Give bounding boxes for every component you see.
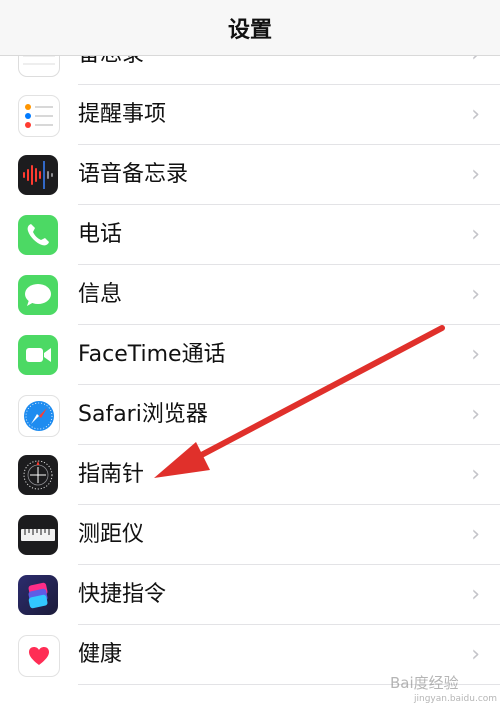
settings-row-measure[interactable]: 测距仪 › xyxy=(0,505,500,565)
phone-icon xyxy=(18,215,58,255)
watermark-text: Bai度经验 xyxy=(390,674,459,692)
settings-row-voice-memos[interactable]: 语音备忘录 › xyxy=(0,145,500,205)
settings-row-messages[interactable]: 信息 › xyxy=(0,265,500,325)
settings-row-label: 语音备忘录 xyxy=(78,162,189,187)
settings-row-facetime[interactable]: FaceTime通话 › xyxy=(0,325,500,385)
settings-row-label: 测距仪 xyxy=(78,522,145,547)
chevron-right-icon: › xyxy=(471,342,480,367)
settings-row-label: 电话 xyxy=(78,222,123,247)
settings-row-phone[interactable]: 电话 › xyxy=(0,205,500,265)
health-icon xyxy=(18,635,60,677)
messages-icon xyxy=(18,275,58,315)
settings-row-label: Safari浏览器 xyxy=(78,402,208,427)
settings-row-label: 指南针 xyxy=(78,462,145,487)
measure-icon xyxy=(18,515,58,555)
voice-memos-icon xyxy=(18,155,58,195)
chevron-right-icon: › xyxy=(471,522,480,547)
settings-row-label: 快捷指令 xyxy=(78,582,167,607)
settings-row-reminders[interactable]: 提醒事项 › xyxy=(0,85,500,145)
settings-row-safari[interactable]: Safari浏览器 › xyxy=(0,385,500,445)
chevron-right-icon: › xyxy=(471,462,480,487)
chevron-right-icon: › xyxy=(471,162,480,187)
page-title: 设置 xyxy=(227,17,272,43)
reminders-icon xyxy=(18,95,60,137)
settings-row-label: 提醒事项 xyxy=(78,102,167,127)
facetime-icon xyxy=(18,335,58,375)
chevron-right-icon: › xyxy=(471,222,480,247)
watermark: Bai度经验 jingyan.baidu.com xyxy=(390,668,497,704)
watermark-subtext: jingyan.baidu.com xyxy=(414,694,498,704)
settings-row-label: FaceTime通话 xyxy=(78,342,226,367)
shortcuts-icon xyxy=(18,575,58,615)
safari-icon xyxy=(18,395,60,437)
chevron-right-icon: › xyxy=(471,582,480,607)
settings-row-label: 信息 xyxy=(78,282,123,307)
settings-row-compass[interactable]: 指南针 › xyxy=(0,445,500,505)
compass-icon xyxy=(18,455,58,495)
chevron-right-icon: › xyxy=(471,402,480,427)
chevron-right-icon: › xyxy=(471,282,480,307)
settings-row-shortcuts[interactable]: 快捷指令 › xyxy=(0,565,500,625)
navigation-bar: 设置 xyxy=(0,0,500,56)
chevron-right-icon: › xyxy=(471,102,480,127)
settings-row-label: 健康 xyxy=(78,642,123,667)
